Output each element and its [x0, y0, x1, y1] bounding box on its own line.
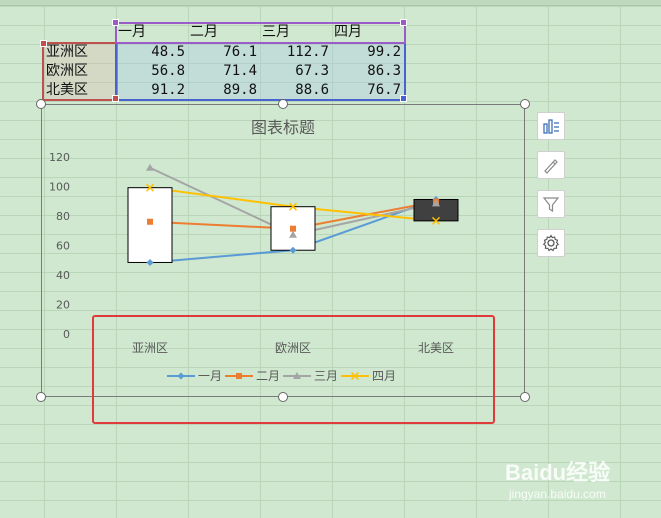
value-cell[interactable]: 91.2: [125, 81, 185, 100]
value-cell[interactable]: 88.6: [269, 81, 329, 100]
watermark-url: jingyan.baidu.com: [509, 487, 606, 501]
chart-style-button[interactable]: [537, 151, 565, 179]
y-tick-label: 40: [56, 269, 70, 282]
data-point: [147, 218, 153, 225]
selection-handle[interactable]: [112, 95, 119, 102]
chart-elements-icon: [543, 119, 559, 134]
value-cell[interactable]: 71.4: [197, 62, 257, 81]
y-tick-label: 100: [49, 181, 70, 194]
column-header-strip[interactable]: [0, 0, 661, 6]
header-range-selection: [115, 22, 406, 44]
chart-resize-handle[interactable]: [520, 99, 530, 109]
watermark-brand: Baidu经验: [505, 460, 611, 485]
region-cell-north-america[interactable]: 北美区: [46, 81, 88, 100]
value-cell[interactable]: 56.8: [125, 62, 185, 81]
value-cell[interactable]: 48.5: [125, 43, 185, 62]
value-cell[interactable]: 76.7: [341, 81, 401, 100]
value-cell[interactable]: 112.7: [269, 43, 329, 62]
region-cell-asia[interactable]: 亚洲区: [46, 43, 88, 62]
baidu-jingyan-watermark: Baidu经验 jingyan.baidu.com: [505, 455, 655, 515]
region-cell-europe[interactable]: 欧洲区: [46, 62, 88, 81]
value-cell[interactable]: 89.8: [197, 81, 257, 100]
selection-handle[interactable]: [400, 95, 407, 102]
y-tick-label: 0: [63, 328, 70, 341]
data-point: [146, 163, 154, 171]
chart-filter-icon: [542, 197, 560, 213]
y-tick-label: 20: [56, 299, 70, 312]
header-cell-feb[interactable]: 二月: [190, 23, 218, 42]
y-tick-label: 120: [49, 151, 70, 164]
chart-resize-handle[interactable]: [36, 99, 46, 109]
value-cell[interactable]: 86.3: [341, 62, 401, 81]
chart-elements-button[interactable]: [537, 112, 565, 140]
selection-handle[interactable]: [400, 19, 407, 26]
value-cell[interactable]: 99.2: [341, 43, 401, 62]
chart-settings-icon: [542, 234, 560, 252]
chart-resize-handle[interactable]: [278, 99, 288, 109]
header-cell-mar[interactable]: 三月: [262, 23, 290, 42]
header-cell-apr[interactable]: 四月: [334, 23, 362, 42]
chart-resize-handle[interactable]: [36, 392, 46, 402]
header-cell-jan[interactable]: 一月: [118, 23, 146, 42]
highlight-annotation-box: [92, 315, 495, 424]
chart-resize-handle[interactable]: [520, 392, 530, 402]
y-tick-label: 80: [56, 210, 70, 223]
chart-settings-button[interactable]: [537, 229, 565, 257]
chart-title: 图表标题: [251, 118, 315, 137]
up-bar: [127, 187, 173, 263]
value-cell[interactable]: 67.3: [269, 62, 329, 81]
chart-style-icon: [544, 159, 558, 174]
chart-filter-button[interactable]: [537, 190, 565, 218]
value-cell[interactable]: 76.1: [197, 43, 257, 62]
y-tick-label: 60: [56, 240, 70, 253]
